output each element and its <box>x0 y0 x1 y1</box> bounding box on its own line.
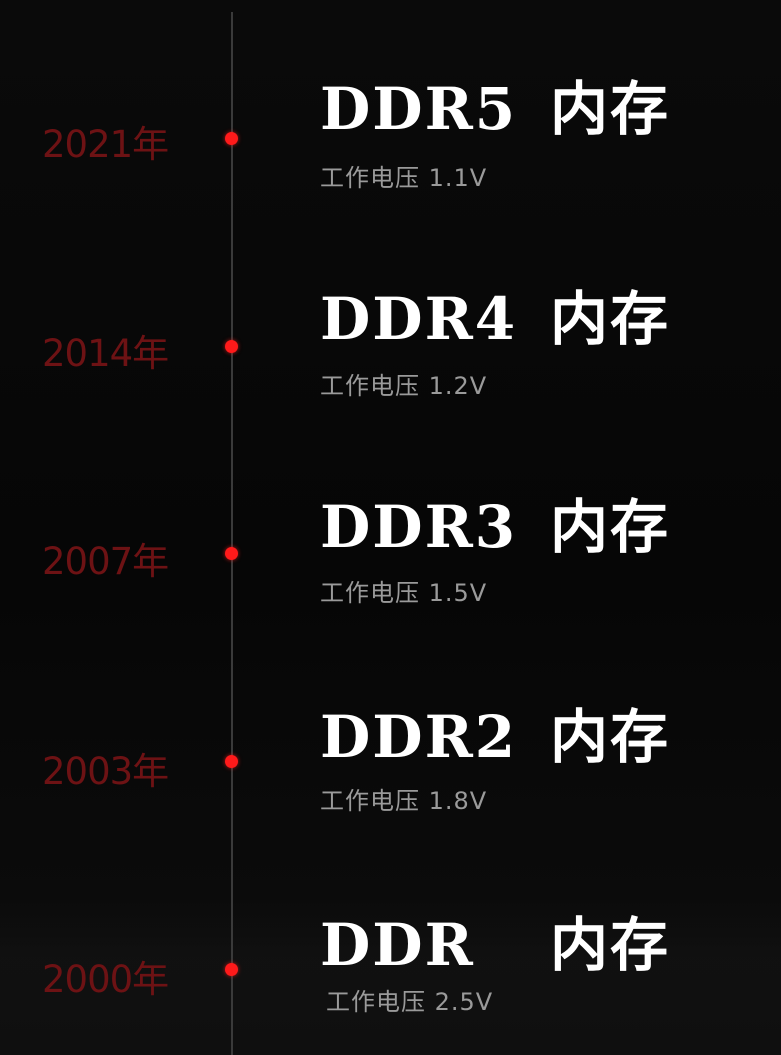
memory-kind: 内存 <box>550 703 671 771</box>
voltage-label: 工作电压 1.8V <box>320 787 488 815</box>
timeline-dot <box>225 755 238 768</box>
memory-kind: 内存 <box>550 493 671 561</box>
memory-title: DDR2 内存 <box>320 690 670 774</box>
timeline-canvas: 2021年 DDR5 内存 工作电压 1.1V 2014年 DDR4 内存 工作电压… <box>0 0 781 1055</box>
timeline-entry-ddr: 2000年 DDR 内存 工作电压 2.5V <box>0 0 781 1016</box>
memory-kind: 内存 <box>550 285 671 353</box>
timeline-dot <box>225 963 238 976</box>
year-label: 2014年 <box>42 332 169 375</box>
memory-title: DDR 内存 <box>320 898 670 982</box>
voltage-label: 工作电压 1.2V <box>320 372 488 400</box>
memory-model: DDR <box>320 911 475 979</box>
voltage-label: 工作电压 2.5V <box>326 988 494 1016</box>
voltage-label: 工作电压 1.5V <box>320 579 488 607</box>
memory-model: DDR3 <box>320 493 518 561</box>
year-label: 2007年 <box>42 540 169 583</box>
memory-kind: 内存 <box>550 911 671 979</box>
memory-model: DDR4 <box>320 285 518 353</box>
memory-title: DDR3 内存 <box>320 480 670 564</box>
timeline-dot <box>225 340 238 353</box>
memory-title: DDR4 内存 <box>320 272 670 356</box>
year-label: 2003年 <box>42 750 169 793</box>
timeline-dot <box>225 547 238 560</box>
year-label: 2000年 <box>42 958 169 1001</box>
memory-model: DDR2 <box>320 703 518 771</box>
